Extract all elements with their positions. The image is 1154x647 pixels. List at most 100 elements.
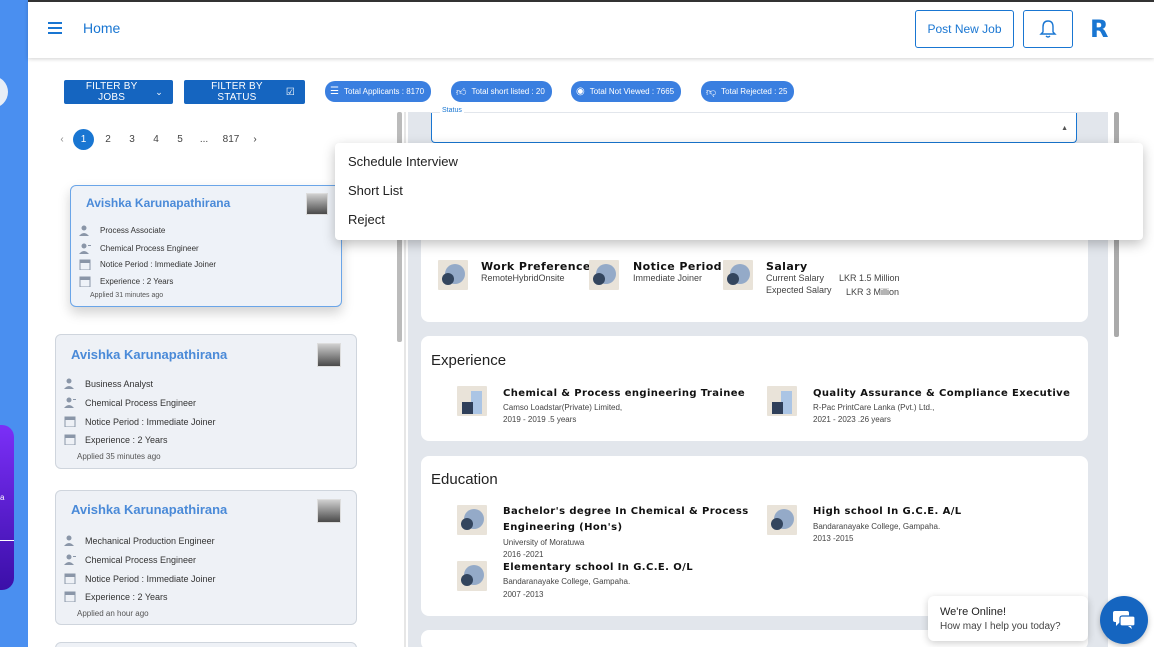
- menu-item-schedule-interview[interactable]: Schedule Interview: [348, 154, 458, 169]
- preferences-section: Work Preference RemoteHybridOnsite Notic…: [421, 240, 1088, 322]
- page-last[interactable]: 817: [216, 134, 246, 145]
- page-4[interactable]: 4: [144, 134, 168, 145]
- calendar-icon: [79, 259, 91, 271]
- experience-row: Experience : 2 Years: [64, 591, 168, 603]
- post-new-job-button[interactable]: Post New Job: [915, 10, 1014, 48]
- promo-letter: a: [0, 493, 5, 502]
- education-period: 2016 -2021: [503, 550, 544, 559]
- notice-period-text: Notice Period : Immediate Joiner: [85, 416, 216, 427]
- education-degree: Elementary school In G.C.E. O/L: [503, 562, 693, 573]
- calendar-icon: [79, 276, 91, 288]
- applicant-card-selected[interactable]: Avishka Karunapathirana Process Associat…: [70, 185, 342, 307]
- total-rejected-text: Total Rejected : 25: [721, 87, 788, 96]
- chat-greeting[interactable]: We're Online! How may I help you today?: [928, 596, 1088, 641]
- side-promo-banner[interactable]: a: [0, 425, 14, 590]
- page-1[interactable]: 1: [73, 128, 94, 150]
- applicant-avatar: [306, 193, 328, 215]
- side-strip: a: [0, 0, 28, 647]
- education-period: 2013 -2015: [813, 534, 854, 543]
- filter-by-status-label: FILTER BY STATUS: [211, 81, 263, 103]
- total-shortlisted-text: Total short listed : 20: [471, 87, 545, 96]
- filter-by-jobs-button[interactable]: FILTER BY JOBS ⌄: [64, 80, 173, 104]
- total-shortlisted-pill[interactable]: 👍︎ Total short listed : 20: [451, 81, 552, 102]
- experience-role: Chemical & Process engineering Trainee: [503, 388, 746, 399]
- applicant-avatar: [317, 343, 341, 367]
- thumbs-down-icon: 👎︎: [706, 86, 717, 98]
- current-salary-value: LKR 1.5 Million: [839, 273, 900, 283]
- company-icon: [457, 386, 487, 416]
- hamburger-menu-icon[interactable]: [48, 22, 62, 34]
- experience-section: Experience Chemical & Process engineerin…: [421, 336, 1088, 441]
- applied-time: Applied 31 minutes ago: [90, 292, 164, 299]
- work-preference-title: Work Preference: [481, 260, 591, 273]
- person-icon: [79, 225, 91, 236]
- total-applicants-text: Total Applicants : 8170: [343, 87, 425, 96]
- school-icon: [767, 505, 797, 535]
- menu-item-short-list[interactable]: Short List: [348, 183, 403, 198]
- total-applicants-pill[interactable]: ☰ Total Applicants : 8170: [325, 81, 432, 102]
- next-page-button[interactable]: ›: [246, 134, 264, 145]
- page-2[interactable]: 2: [96, 134, 120, 145]
- current-role-row: Business Analyst: [64, 378, 153, 389]
- total-rejected-pill[interactable]: 👎︎ Total Rejected : 25: [701, 81, 795, 102]
- applicant-card[interactable]: [55, 642, 357, 647]
- total-not-viewed-pill[interactable]: ◉ Total Not Viewed : 7665: [571, 81, 682, 102]
- education-school: Bandaranayake College, Gampaha.: [503, 577, 631, 586]
- experience-text: Experience : 2 Years: [85, 591, 168, 602]
- shield-check-icon: ☑: [285, 86, 295, 98]
- calendar-icon: [64, 434, 76, 446]
- applied-time: Applied an hour ago: [77, 609, 149, 618]
- person-icon: [64, 378, 76, 389]
- education-section: Education Bachelor's degree In Chemical …: [421, 456, 1088, 616]
- chat-button[interactable]: [1100, 596, 1148, 644]
- experience-company: Camso Loadstar(Private) Limited,: [503, 403, 623, 412]
- experience-text: Experience : 2 Years: [100, 277, 174, 286]
- pagination: ‹ 1 2 3 4 5 ... 817 ›: [53, 128, 264, 150]
- expected-salary-value: LKR 3 Million: [846, 287, 900, 297]
- caret-up-icon: ▲: [1061, 125, 1068, 132]
- education-school: University of Moratuwa: [503, 538, 585, 547]
- notifications-button[interactable]: [1023, 10, 1073, 48]
- calendar-icon: [64, 591, 76, 603]
- side-toggle[interactable]: [0, 76, 8, 108]
- school-icon: [457, 561, 487, 591]
- page-5[interactable]: 5: [168, 134, 192, 145]
- education-degree: Bachelor's degree In Chemical & Process: [503, 506, 749, 517]
- applied-time: Applied 35 minutes ago: [77, 452, 161, 461]
- education-period: 2007 -2013: [503, 590, 544, 599]
- chevron-down-icon: ⌄: [155, 86, 163, 97]
- filter-by-jobs-label: FILTER BY JOBS: [85, 81, 138, 103]
- applicant-card[interactable]: Avishka Karunapathirana Business Analyst…: [55, 334, 357, 469]
- experience-row: Experience : 2 Years: [79, 276, 174, 288]
- promo-divider: [0, 540, 14, 541]
- applicant-name[interactable]: Avishka Karunapathirana: [71, 347, 227, 362]
- filter-by-status-button[interactable]: FILTER BY STATUS ☑: [184, 80, 305, 104]
- menu-item-reject[interactable]: Reject: [348, 212, 385, 227]
- page-3[interactable]: 3: [120, 134, 144, 145]
- notice-period-icon: [589, 260, 619, 290]
- applied-role-text: Chemical Process Engineer: [85, 554, 197, 565]
- prev-page-button[interactable]: ‹: [53, 134, 71, 145]
- school-icon: [457, 505, 487, 535]
- applicant-name[interactable]: Avishka Karunapathirana: [86, 196, 230, 210]
- status-select[interactable]: Status ▲: [431, 107, 1077, 143]
- chat-help-text: How may I help you today?: [940, 621, 1061, 632]
- total-not-viewed-text: Total Not Viewed : 7665: [589, 87, 675, 96]
- brand-logo[interactable]: R: [1090, 15, 1108, 43]
- applicant-card[interactable]: Avishka Karunapathirana Mechanical Produ…: [55, 490, 357, 625]
- current-role-text: Process Associate: [100, 226, 166, 235]
- education-school: Bandaranayake College, Gampaha.: [813, 522, 941, 531]
- calendar-icon: [64, 573, 76, 585]
- experience-role: Quality Assurance & Compliance Executive: [813, 388, 1071, 399]
- salary-title: Salary: [766, 260, 808, 273]
- applicant-avatar: [317, 499, 341, 523]
- experience-period: 2019 - 2019 .5 years: [503, 415, 577, 424]
- chat-icon: [1113, 611, 1136, 629]
- person-add-icon: [79, 243, 91, 254]
- experience-company: R-Pac PrintCare Lanka (Pvt.) Ltd.,: [813, 403, 935, 412]
- list-icon: ☰: [330, 86, 339, 97]
- person-add-icon: [64, 554, 76, 565]
- applicant-name[interactable]: Avishka Karunapathirana: [71, 502, 227, 517]
- salary-icon: [723, 260, 753, 290]
- page-ellipsis: ...: [199, 133, 209, 145]
